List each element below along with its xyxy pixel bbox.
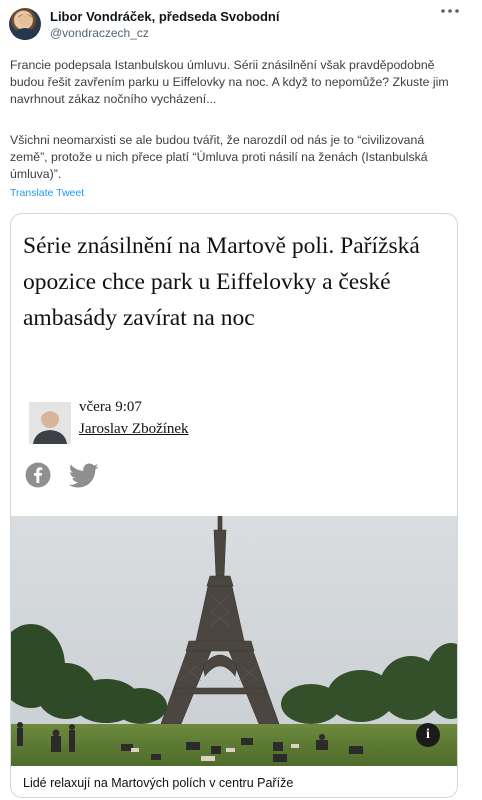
more-dots-icon[interactable] bbox=[435, 3, 465, 25]
article-photo[interactable] bbox=[11, 516, 457, 766]
author-handle[interactable]: @vondraczech_cz bbox=[50, 26, 149, 40]
article-date: včera 9:07 bbox=[79, 399, 142, 415]
author-name[interactable]: Libor Vondráček, předseda Svobodní bbox=[50, 9, 279, 24]
article-author-link[interactable]: Jaroslav Zbožínek bbox=[79, 421, 189, 438]
author-photo bbox=[29, 402, 71, 444]
photo-caption: Lidé relaxují na Martových polích v cent… bbox=[23, 776, 294, 790]
article-headline[interactable]: Série znásilnění na Martově poli. Pařížs… bbox=[23, 228, 443, 336]
article-card[interactable]: Série znásilnění na Martově poli. Pařížs… bbox=[10, 213, 458, 798]
twitter-icon[interactable] bbox=[68, 463, 99, 489]
tweet: Libor Vondráček, předseda Svobodní @vond… bbox=[0, 0, 482, 800]
facebook-icon[interactable] bbox=[25, 462, 51, 488]
tweet-text-paragraph-1: Francie podepsala Istanbulskou úmluvu. S… bbox=[10, 58, 449, 106]
tweet-text-paragraph-2: Všichni neomarxisti se ale budou tvářit,… bbox=[10, 133, 428, 181]
info-icon[interactable]: i bbox=[416, 723, 440, 747]
author-avatar[interactable] bbox=[9, 8, 41, 40]
translate-tweet-link[interactable]: Translate Tweet bbox=[10, 187, 84, 199]
